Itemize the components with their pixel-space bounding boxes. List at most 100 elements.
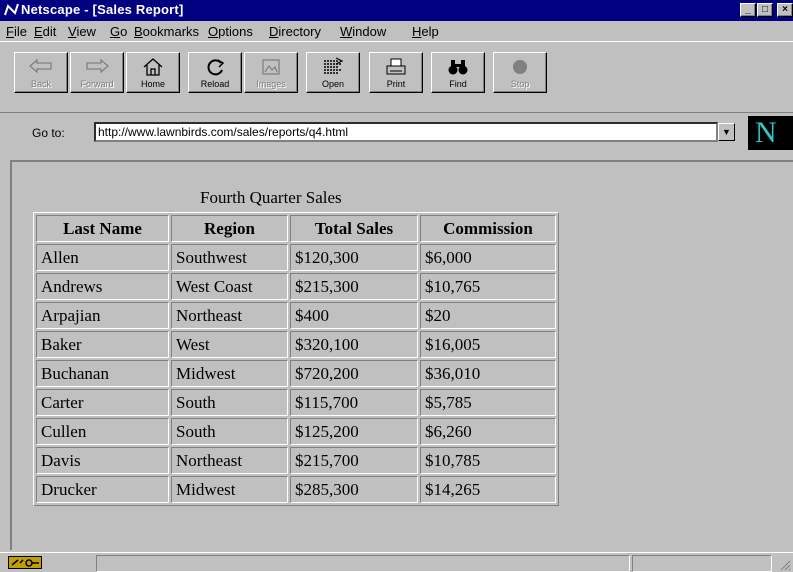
cell-last-name: Buchanan: [36, 360, 169, 387]
netscape-app-icon[interactable]: [4, 3, 19, 17]
url-input[interactable]: http://www.lawnbirds.com/sales/reports/q…: [94, 122, 718, 142]
cell-commission: $20: [420, 302, 556, 329]
cell-last-name: Baker: [36, 331, 169, 358]
header-region: Region: [171, 215, 288, 242]
cell-region: Northeast: [171, 302, 288, 329]
cell-commission: $16,005: [420, 331, 556, 358]
cell-region: West: [171, 331, 288, 358]
cell-total-sales: $215,700: [290, 447, 418, 474]
cell-last-name: Andrews: [36, 273, 169, 300]
status-bar: [0, 552, 793, 572]
back-button[interactable]: Back: [14, 52, 68, 93]
page-content: Fourth Quarter Sales Last Name Region To…: [10, 160, 793, 550]
navigation-toolbar: Back Forward Home Reload Images Open Pri…: [0, 41, 793, 106]
browser-window: Netscape - [Sales Report] _ □ × File Edit…: [0, 0, 793, 572]
cell-total-sales: $320,100: [290, 331, 418, 358]
progress-field: [632, 555, 772, 572]
broken-key-icon: [11, 559, 39, 567]
menu-options[interactable]: Options: [208, 24, 253, 39]
url-history-dropdown[interactable]: ▼: [718, 123, 735, 141]
window-title: Netscape - [Sales Report]: [21, 2, 184, 17]
cell-commission: $10,785: [420, 447, 556, 474]
maximize-button[interactable]: □: [757, 3, 773, 17]
header-total-sales: Total Sales: [290, 215, 418, 242]
menu-edit[interactable]: Edit: [34, 24, 56, 39]
open-button[interactable]: Open: [306, 52, 360, 93]
sales-table: Last Name Region Total Sales Commission …: [33, 212, 559, 506]
cell-total-sales: $285,300: [290, 476, 418, 503]
table-body: Allen Southwest $120,300 $6,000 Andrews West …: [36, 244, 556, 503]
forward-button[interactable]: Forward: [70, 52, 124, 93]
menu-go[interactable]: Go: [110, 24, 127, 39]
cell-last-name: Drucker: [36, 476, 169, 503]
find-button[interactable]: Find: [431, 52, 485, 93]
netscape-n-icon: [4, 3, 19, 16]
cell-commission: $36,010: [420, 360, 556, 387]
cell-region: Midwest: [171, 476, 288, 503]
home-icon: [143, 58, 163, 76]
menu-bar: File Edit View Go Bookmarks Options Directory W…: [0, 21, 793, 41]
cell-total-sales: $125,200: [290, 418, 418, 445]
printer-icon: [386, 58, 406, 75]
table-row: Davis Northeast $215,700 $10,785: [36, 447, 556, 474]
menu-directory[interactable]: Directory: [269, 24, 321, 39]
minimize-button[interactable]: _: [740, 3, 756, 17]
binoculars-icon: [448, 60, 468, 75]
cell-commission: $10,765: [420, 273, 556, 300]
stop-button[interactable]: Stop: [493, 52, 547, 93]
location-label: Go to:: [32, 126, 65, 140]
menu-view[interactable]: View: [68, 24, 96, 39]
print-button[interactable]: Print: [369, 52, 423, 93]
table-row: Buchanan Midwest $720,200 $36,010: [36, 360, 556, 387]
table-row: Carter South $115,700 $5,785: [36, 389, 556, 416]
cell-commission: $5,785: [420, 389, 556, 416]
table-row: Baker West $320,100 $16,005: [36, 331, 556, 358]
menu-help[interactable]: Help: [412, 24, 439, 39]
images-icon: [262, 59, 280, 75]
cell-commission: $6,000: [420, 244, 556, 271]
stop-icon: [513, 60, 527, 74]
cell-last-name: Arpajian: [36, 302, 169, 329]
open-icon: [324, 57, 344, 74]
find-label: Find: [449, 79, 467, 89]
header-last-name: Last Name: [36, 215, 169, 242]
open-label: Open: [321, 79, 345, 89]
resize-grip-icon[interactable]: [778, 558, 791, 571]
netscape-logo[interactable]: N: [748, 116, 793, 150]
reload-icon: [207, 59, 225, 76]
cell-total-sales: $720,200: [290, 360, 418, 387]
minimize-icon: _: [745, 4, 751, 15]
cell-commission: $6,260: [420, 418, 556, 445]
cell-last-name: Carter: [36, 389, 169, 416]
cell-last-name: Cullen: [36, 418, 169, 445]
home-button[interactable]: Home: [126, 52, 180, 93]
cell-region: Northeast: [171, 447, 288, 474]
back-label: Back: [30, 79, 51, 89]
cell-region: Midwest: [171, 360, 288, 387]
cell-last-name: Davis: [36, 447, 169, 474]
header-commission: Commission: [420, 215, 556, 242]
table-row: Andrews West Coast $215,300 $10,765: [36, 273, 556, 300]
security-key-icon[interactable]: [8, 556, 42, 569]
menu-bookmarks[interactable]: Bookmarks: [134, 24, 199, 39]
cell-commission: $14,265: [420, 476, 556, 503]
table-row: Drucker Midwest $285,300 $14,265: [36, 476, 556, 503]
home-label: Home: [140, 79, 165, 89]
close-button[interactable]: ×: [777, 3, 793, 17]
images-label: Images: [256, 79, 286, 89]
reload-button[interactable]: Reload: [188, 52, 242, 93]
print-label: Print: [386, 79, 406, 89]
table-row: Cullen South $125,200 $6,260: [36, 418, 556, 445]
cell-total-sales: $400: [290, 302, 418, 329]
menu-file[interactable]: File: [6, 24, 27, 39]
images-button[interactable]: Images: [244, 52, 298, 93]
cell-region: South: [171, 418, 288, 445]
table-header-row: Last Name Region Total Sales Commission: [36, 215, 556, 242]
stop-label: Stop: [510, 79, 530, 89]
menu-window[interactable]: Window: [340, 24, 386, 39]
cell-last-name: Allen: [36, 244, 169, 271]
location-bar: Go to: http://www.lawnbirds.com/sales/re…: [0, 112, 793, 154]
forward-arrow-icon: [86, 58, 109, 74]
cell-total-sales: $115,700: [290, 389, 418, 416]
title-bar[interactable]: Netscape - [Sales Report] _ □ ×: [0, 0, 793, 21]
